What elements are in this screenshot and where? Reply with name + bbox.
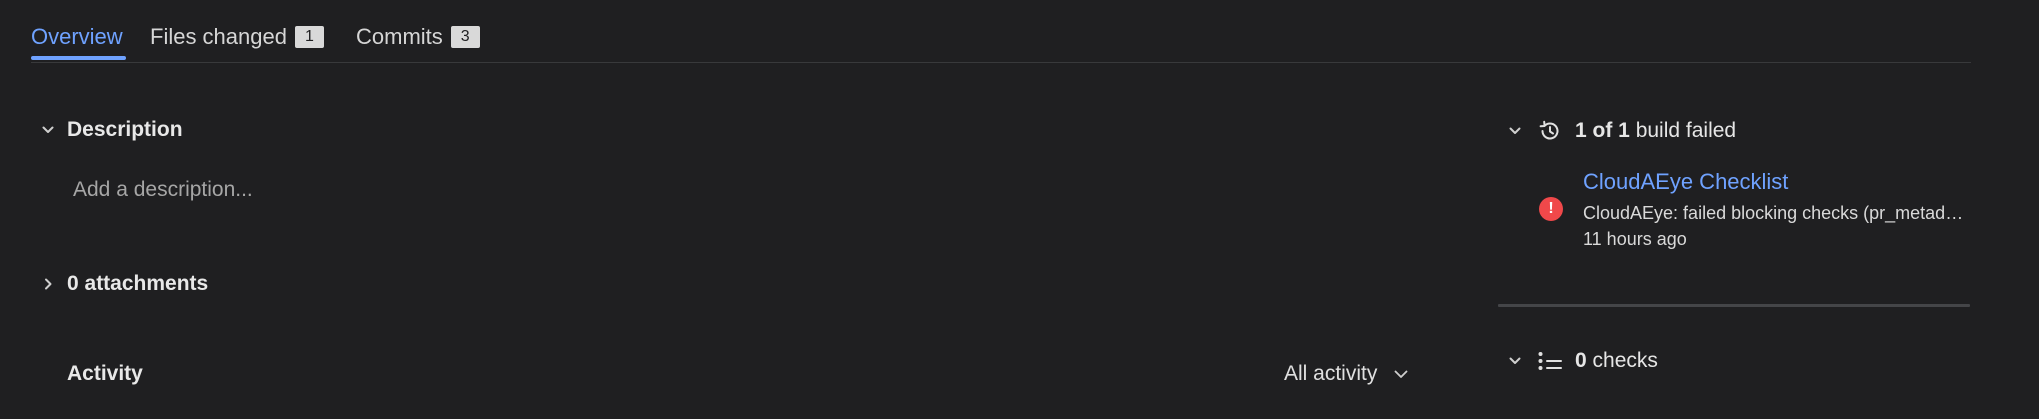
chevron-down-icon: [38, 120, 58, 140]
active-tab-indicator: [31, 56, 126, 60]
attachments-title: 0 attachments: [67, 272, 209, 295]
tab-commits[interactable]: Commits 3: [356, 24, 480, 50]
chevron-down-icon: [1391, 364, 1411, 384]
activity-filter-label: All activity: [1284, 362, 1378, 385]
builds-summary-text: build failed: [1629, 119, 1737, 142]
build-name-link[interactable]: CloudAEye Checklist: [1583, 169, 1967, 195]
pr-tabs: Overview Files changed 1 Commits 3: [31, 0, 1971, 63]
history-icon: [1537, 118, 1563, 144]
activity-filter-dropdown[interactable]: All activity: [1284, 362, 1411, 386]
attachments-header[interactable]: 0 attachments: [38, 272, 208, 296]
build-timestamp: 11 hours ago: [1583, 229, 1687, 249]
tab-files-changed[interactable]: Files changed 1: [150, 24, 324, 50]
builds-summary: 1 of 1 build failed: [1575, 119, 1736, 143]
tab-commits-label: Commits: [356, 24, 443, 49]
checks-count: 0: [1575, 349, 1587, 372]
checks-label: checks: [1586, 349, 1658, 372]
description-title: Description: [67, 118, 183, 141]
panel-divider: [1498, 304, 1970, 307]
chevron-down-icon: [1505, 351, 1525, 371]
build-description: CloudAEye: failed blocking checks (pr_me…: [1583, 203, 1967, 223]
chevron-down-icon: [1505, 121, 1525, 141]
tab-files-changed-label: Files changed: [150, 24, 287, 49]
checks-summary: 0 checks: [1575, 349, 1658, 373]
files-changed-count-badge: 1: [294, 26, 324, 48]
build-item: CloudAEye Checklist CloudAEye: failed bl…: [1583, 169, 1967, 250]
tab-overview[interactable]: Overview: [31, 24, 123, 50]
tab-overview-label: Overview: [31, 24, 123, 49]
description-header[interactable]: Description: [38, 118, 183, 142]
description-input[interactable]: Add a description...: [73, 178, 253, 202]
error-icon: !: [1539, 197, 1563, 221]
activity-title: Activity: [67, 362, 143, 385]
checks-header[interactable]: 0 checks: [1505, 349, 1658, 373]
checklist-icon: [1537, 350, 1563, 372]
builds-summary-count: 1 of 1: [1575, 119, 1630, 142]
chevron-right-icon: [38, 274, 58, 294]
builds-header[interactable]: 1 of 1 build failed: [1505, 118, 1736, 144]
commits-count-badge: 3: [450, 26, 480, 48]
